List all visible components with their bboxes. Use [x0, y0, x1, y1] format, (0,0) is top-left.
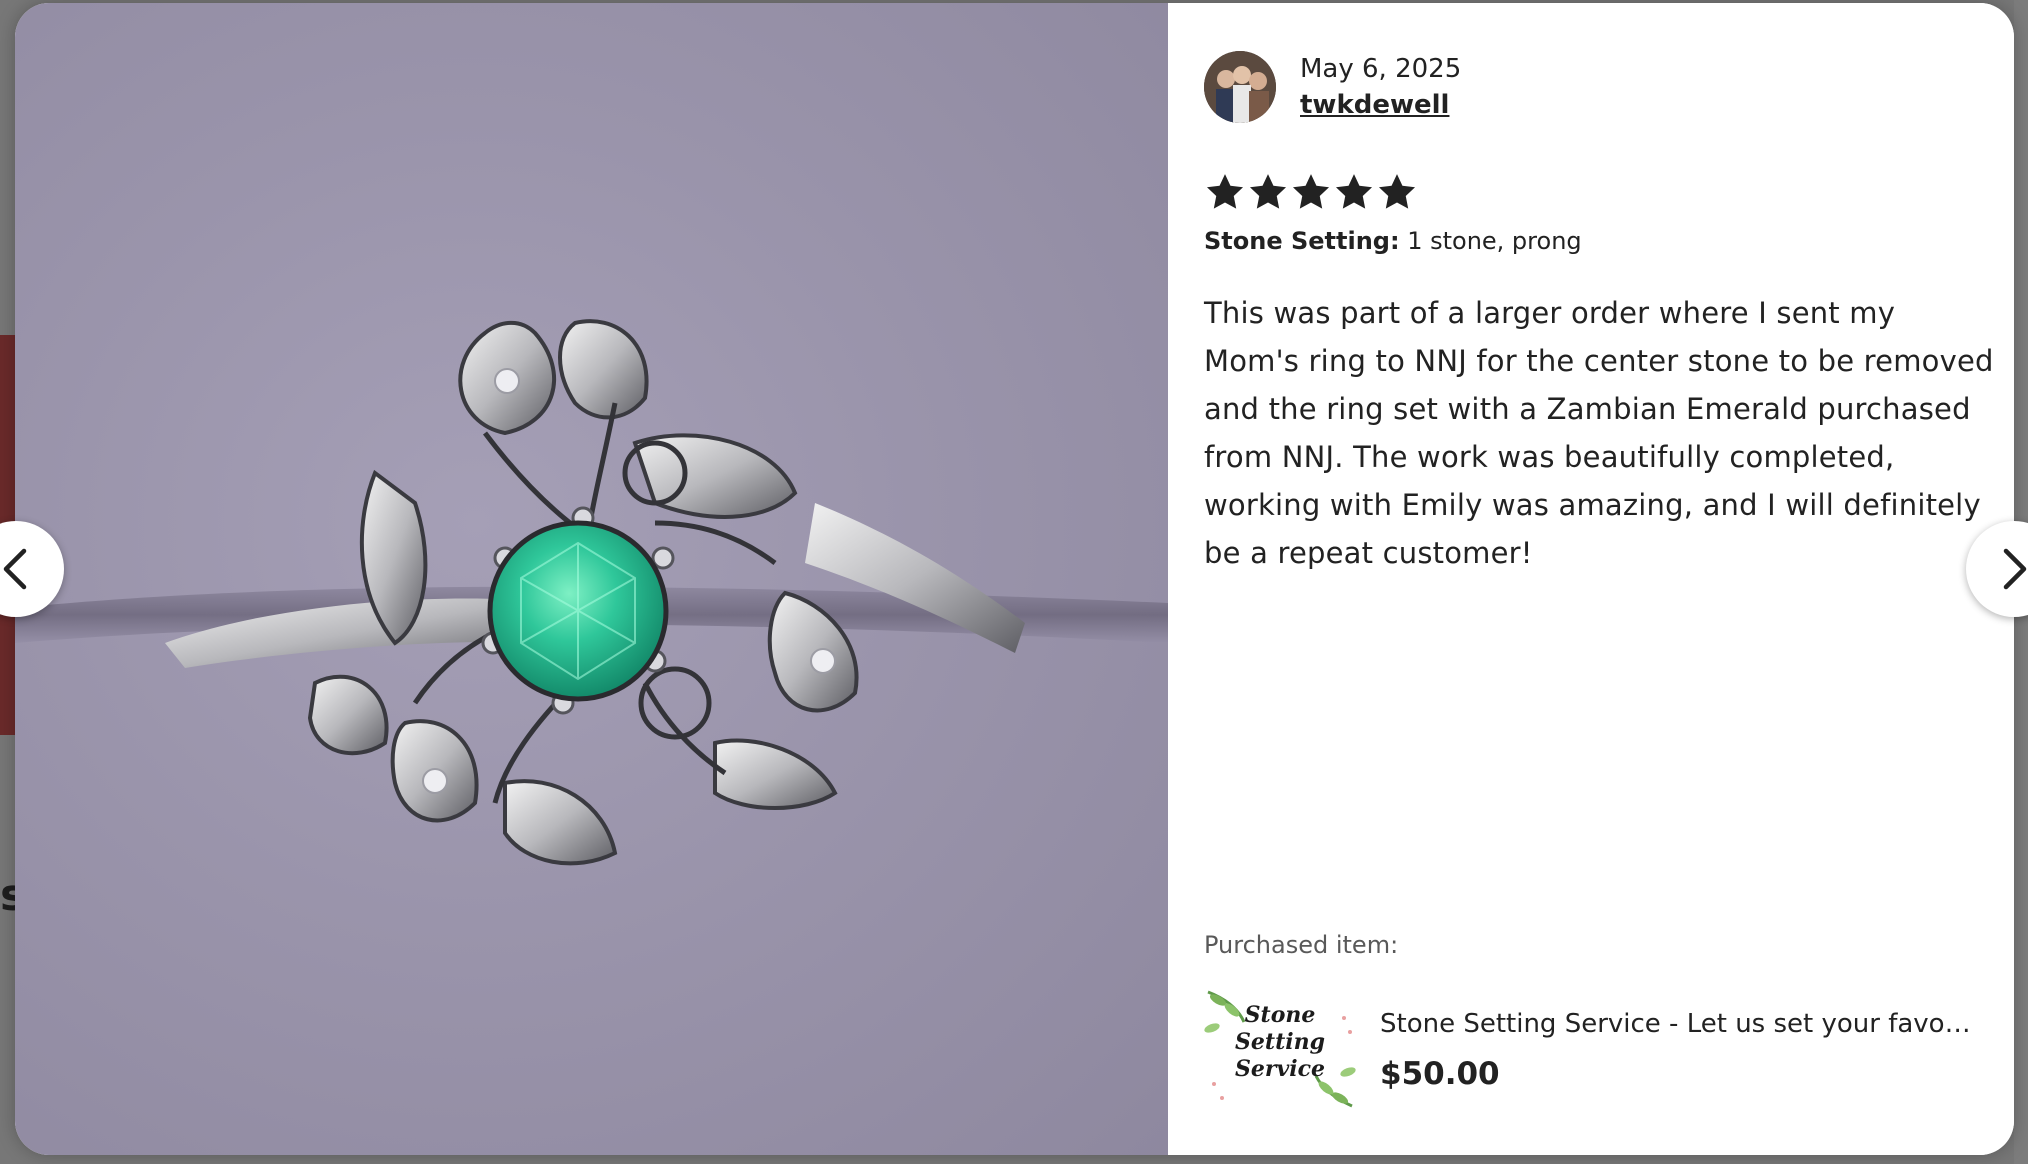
star-icon — [1292, 174, 1330, 209]
reviewer-header: May 6, 2025 twkdewell — [1204, 51, 1461, 123]
purchased-item-title[interactable]: Stone Setting Service - Let us set your … — [1380, 1006, 1980, 1042]
chevron-left-icon — [3, 548, 27, 590]
reviewer-avatar[interactable] — [1204, 51, 1276, 123]
attribute-value: 1 stone, prong — [1407, 227, 1582, 255]
star-rating — [1204, 171, 1419, 213]
purchased-item-label: Purchased item: — [1204, 931, 1399, 959]
review-photo — [15, 3, 1168, 1155]
review-text: This was part of a larger order where I … — [1204, 296, 1994, 570]
next-photo-button[interactable] — [1966, 521, 2028, 617]
reviewer-name-link[interactable]: twkdewell — [1300, 87, 1461, 123]
previous-photo-button[interactable] — [0, 521, 64, 617]
review-date: May 6, 2025 — [1300, 54, 1462, 84]
attribute-label: Stone Setting: — [1204, 227, 1400, 255]
purchased-item-link[interactable]: Stone Setting Service Stone Setting Serv… — [1204, 988, 1980, 1110]
ring-photo-illustration — [15, 319, 1168, 866]
star-icon — [1335, 174, 1373, 209]
purchased-item-price: $50.00 — [1380, 1056, 1500, 1092]
star-icon — [1206, 174, 1244, 209]
star-icon — [1249, 174, 1287, 209]
purchased-item-thumbnail[interactable]: Stone Setting Service — [1204, 988, 1356, 1110]
review-details: May 6, 2025 twkdewell Stone Setting: 1 s… — [1168, 3, 2014, 1155]
review-photo-modal: May 6, 2025 twkdewell Stone Setting: 1 s… — [15, 3, 2014, 1155]
review-attribute: Stone Setting: 1 stone, prong — [1204, 227, 1582, 255]
star-icon — [1378, 174, 1416, 209]
chevron-right-icon — [2003, 548, 2027, 590]
thumbnail-caption: Stone Setting Service — [1234, 1002, 1325, 1082]
